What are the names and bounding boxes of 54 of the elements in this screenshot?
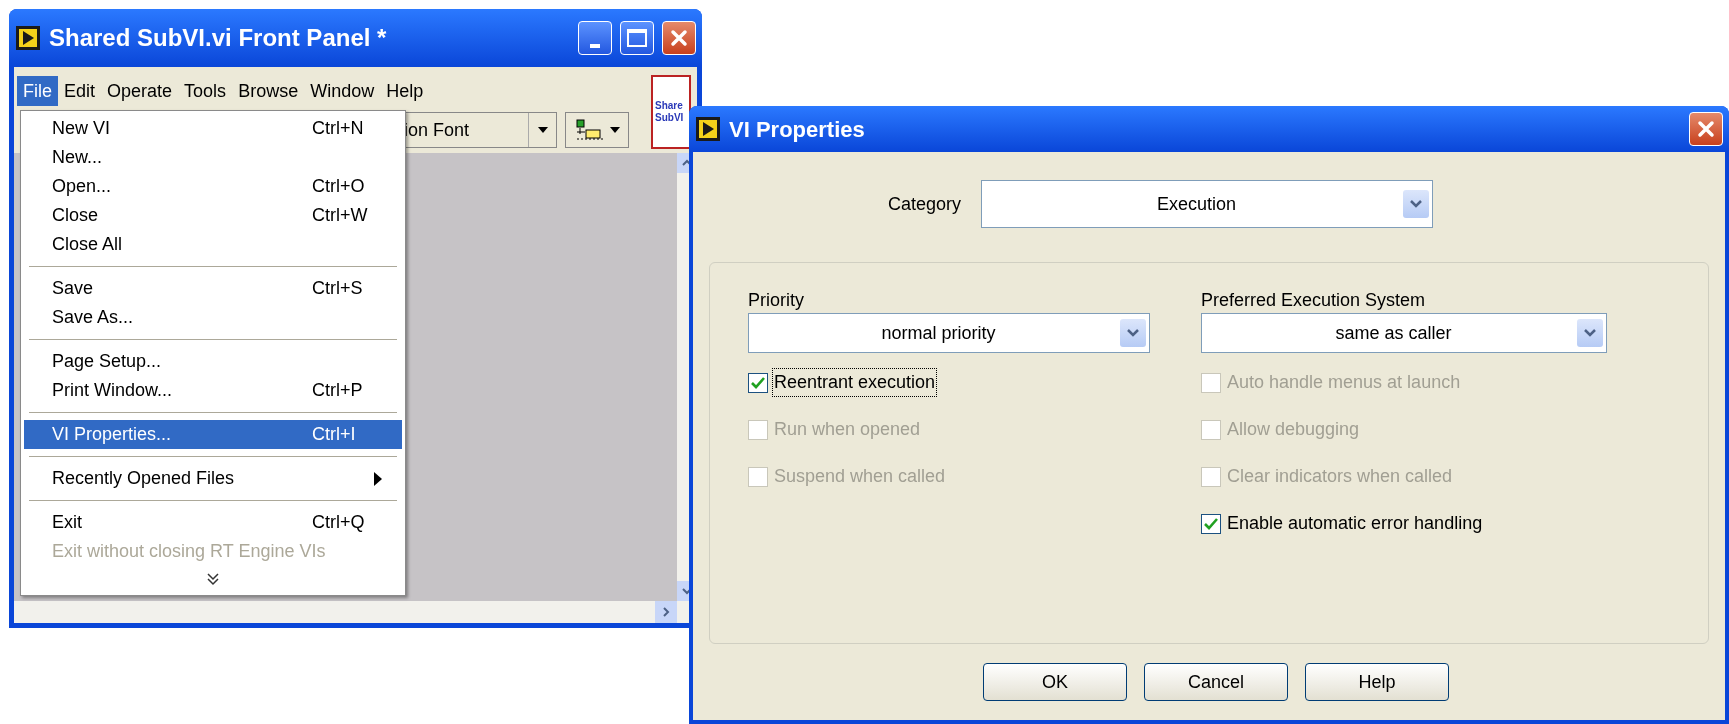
submenu-arrow-icon [374,471,382,486]
minimize-button[interactable] [578,21,612,55]
menu-bar-item[interactable]: Browse [232,76,305,106]
dialog-button[interactable]: OK [983,663,1127,701]
menu-item[interactable]: Open... Ctrl+O [24,172,402,201]
checkbox[interactable] [1201,513,1221,534]
menu-bar-item[interactable]: Edit [58,76,102,106]
menu-item[interactable]: Save Ctrl+S [24,274,402,303]
caret-icon [609,127,620,133]
scroll-right-icon[interactable] [655,601,677,623]
menu-bar-item[interactable]: Help [380,76,430,106]
checkbox-label: Reentrant execution [772,368,938,397]
menu-item[interactable]: Close All [24,230,402,259]
field-label: Preferred Execution System [1201,289,1427,312]
menu-item[interactable]: Recently Opened Files [24,464,402,493]
maximize-button[interactable] [620,21,654,55]
menu-item[interactable]: VI Properties... Ctrl+I [24,420,402,449]
checkbox[interactable] [748,372,768,393]
menu-item[interactable]: Print Window... Ctrl+P [24,376,402,405]
expand-menu-icon[interactable] [206,572,220,586]
checkbox-label: Auto handle menus at launch [1226,371,1462,394]
dialog-button[interactable]: Cancel [1144,663,1288,701]
menu-bar-item[interactable]: Operate [101,76,179,106]
checkbox-label: Allow debugging [1226,418,1361,441]
checkbox-label: Clear indicators when called [1226,465,1454,488]
dialog-title: VI Properties [729,115,866,144]
menu-bar-item[interactable]: Tools [178,76,233,106]
menu-bar-item[interactable]: File [17,76,58,106]
checkbox-label: Suspend when called [773,465,947,488]
vi-icon: Share SubVI [651,75,691,149]
menu-item[interactable]: Close Ctrl+W [24,201,402,230]
dialog-button[interactable]: Help [1305,663,1449,701]
dropdown[interactable]: normal priority [748,313,1150,353]
app-icon [695,116,721,142]
caret-icon [537,127,548,133]
menu-item[interactable]: Page Setup... [24,347,402,376]
close-icon [1696,119,1716,139]
menu-item[interactable]: New VI Ctrl+N [24,114,402,143]
dropdown[interactable]: Execution [981,180,1433,228]
window-title: Shared SubVI.vi Front Panel * [49,23,388,53]
menu-item[interactable]: Exit Ctrl+Q [24,508,402,537]
checkbox-label: Run when opened [773,418,922,441]
menu-bar-item[interactable]: Window [304,76,381,106]
close-button[interactable] [662,21,696,55]
field-label: Priority [748,289,805,312]
app-icon [15,25,41,51]
align-objects-button[interactable] [565,112,629,148]
category-label: Category [886,192,961,216]
close-button[interactable] [1689,112,1723,146]
checkbox-label: Enable automatic error handling [1226,512,1484,535]
dropdown[interactable]: same as caller [1201,313,1607,353]
close-icon [669,28,689,48]
menu-item[interactable]: New... [24,143,402,172]
menu-item[interactable]: Save As... [24,303,402,332]
